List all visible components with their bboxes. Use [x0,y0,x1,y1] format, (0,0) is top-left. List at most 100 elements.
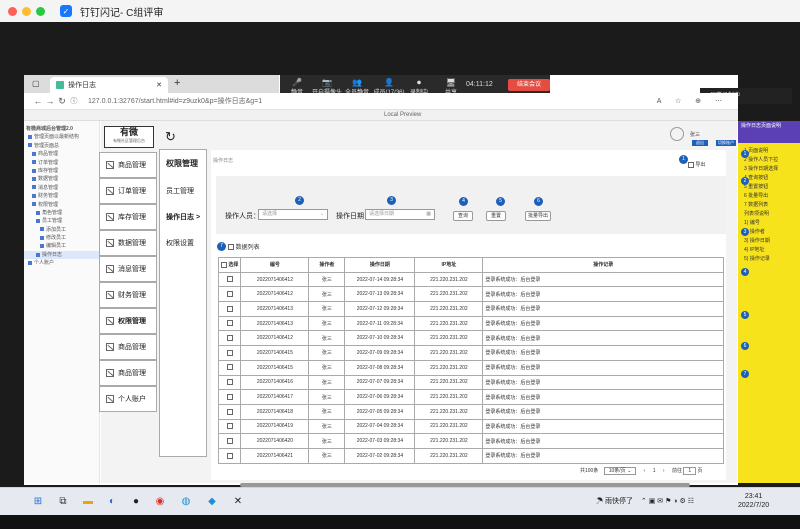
forward-icon[interactable]: → [44,96,56,106]
row-checkbox[interactable] [226,320,233,327]
maximize-window-button[interactable] [36,6,45,16]
menu-item[interactable]: 订单管理 [99,178,157,204]
table-row[interactable]: 2022071406419 张三 2022-07-04 09:28:34 221.22… [217,418,724,435]
tree-item[interactable]: 商品管理 [24,150,99,158]
system-clock[interactable]: 23:41 2022/7/20 [738,492,769,510]
table-row[interactable]: 2022071406417 张三 2022-07-06 09:28:34 221.22… [217,389,724,405]
row-checkbox[interactable] [226,408,233,415]
tree-item[interactable]: 财务管理 [24,192,99,200]
date-picker[interactable]: 请选择日期 ▦ [365,209,435,220]
current-page[interactable]: 1 [653,468,656,474]
axure-icon[interactable]: ✕ [230,494,246,510]
table-row[interactable]: 2022071406418 张三 2022-07-05 09:28:34 221.22… [217,403,724,420]
row-checkbox-cell[interactable] [217,389,242,405]
task-view-icon[interactable]: ⧉ [55,494,71,510]
table-row[interactable]: 2022071406415 张三 2022-07-09 09:28:34 221.22… [217,345,724,361]
row-checkbox-cell[interactable] [217,345,242,361]
table-row[interactable]: 2022071406413 张三 2022-07-12 09:28:34 221.22… [217,301,724,317]
row-checkbox-cell[interactable] [217,418,242,435]
end-meeting-button[interactable]: 结束会议 [508,79,550,91]
tree-item[interactable]: 管理页面以最新结构 [24,133,99,141]
minimize-window-button[interactable] [22,6,31,16]
file-explorer-icon[interactable]: ▬ [80,494,96,510]
row-checkbox-cell[interactable] [217,301,242,317]
tree-item[interactable]: 权限管理 [24,201,99,209]
row-checkbox[interactable] [226,452,233,459]
url-field[interactable]: 127.0.0.1:32767/start.html#id=z9uzk0&p=操… [88,96,262,106]
edge-browser-icon[interactable]: ◍ [178,494,194,510]
tree-item[interactable]: 个人账户 [24,259,99,267]
row-checkbox-cell[interactable] [217,374,242,391]
row-checkbox-cell[interactable] [217,271,242,288]
row-checkbox[interactable] [226,423,233,430]
app-icon[interactable]: ◐ [104,494,120,510]
row-checkbox[interactable] [226,335,233,342]
batch-export-button[interactable]: 批量导出 [525,211,551,221]
tree-item[interactable]: 订单管理 [24,159,99,167]
tree-root[interactable]: 有微商城后台管理2.0 [24,125,99,133]
row-checkbox-cell[interactable] [217,315,242,332]
menu-item[interactable]: 财务管理 [99,282,157,308]
app-icon[interactable]: ● [128,494,144,510]
reset-button[interactable]: 重置 [486,211,506,221]
submenu-item[interactable]: 员工管理 [166,186,194,196]
tree-item-selected[interactable]: 操作日志 [24,250,99,260]
switch-account-button[interactable]: 切换账户 [716,140,736,146]
submenu-item-active[interactable]: 操作日志 > [166,212,200,222]
row-checkbox-cell[interactable] [217,447,242,464]
browser-actions[interactable]: A ☆ ⊕ ⋯ [657,97,728,105]
menu-item[interactable]: 库存管理 [99,204,157,230]
row-checkbox-cell[interactable] [217,286,242,303]
row-checkbox-cell[interactable] [217,359,242,376]
row-checkbox[interactable] [226,393,233,400]
tray-icons[interactable]: ⌃ ▣ ✉ ⚑ ◑ ⚙ ☷ [641,498,694,505]
table-row[interactable]: 2022071406412 张三 2022-07-14 09:28:34 221.22… [217,271,724,288]
netease-music-icon[interactable]: ◉ [152,494,168,510]
close-window-button[interactable] [8,6,17,16]
prev-page-icon[interactable]: ‹ [644,468,646,474]
tab-operation-log[interactable]: 操作日志 ✕ [50,77,168,93]
menu-item[interactable]: 数据管理 [99,230,157,256]
tree-item[interactable]: 角色管理 [24,209,99,217]
avatar[interactable] [670,127,684,141]
back-icon[interactable]: ← [32,96,44,106]
goto-page-input[interactable]: 1 [683,467,697,475]
tree-item[interactable]: 编辑员工 [24,242,99,250]
tree-item[interactable]: 修改员工 [24,234,99,242]
table-row[interactable]: 2022071406420 张三 2022-07-03 09:28:34 221.22… [217,433,724,449]
export-link[interactable]: 导出 [688,161,705,168]
row-checkbox[interactable] [226,349,233,356]
weather-text[interactable]: 雨快停了 [605,498,633,505]
table-row[interactable]: 2022071406415 张三 2022-07-08 09:28:34 221.22… [217,359,724,376]
table-row[interactable]: 2022071406421 张三 2022-07-02 09:28:34 221.22… [217,447,724,464]
menu-item-active[interactable]: 权限管理 [99,308,157,334]
tree-item[interactable]: 添加员工 [24,226,99,234]
row-checkbox-cell[interactable] [217,403,242,420]
row-checkbox-cell[interactable] [217,330,242,347]
tree-item[interactable]: 员工管理 [24,217,99,225]
row-checkbox[interactable] [226,291,233,298]
reload-icon[interactable]: ↻ [56,96,68,107]
row-checkbox[interactable] [226,437,233,444]
next-page-icon[interactable]: › [663,468,665,474]
menu-item[interactable]: 商品管理 [99,334,157,360]
select-all-checkbox[interactable] [221,262,227,269]
windows-start-icon[interactable]: ⊞ [30,494,46,510]
info-icon[interactable]: ⓘ [68,96,80,106]
tree-item[interactable]: 库存管理 [24,167,99,175]
close-tab-icon[interactable]: ✕ [156,81,162,89]
table-row[interactable]: 2022071406412 张三 2022-07-13 09:28:34 221.22… [217,286,724,303]
menu-item[interactable]: 个人账户 [99,386,157,412]
operator-select[interactable]: 请选择 ⌄ [258,209,328,220]
row-checkbox[interactable] [226,276,233,283]
table-row[interactable]: 2022071406412 张三 2022-07-10 09:28:34 221.22… [217,330,724,347]
tree-item[interactable]: 消息管理 [24,184,99,192]
menu-item[interactable]: 商品管理 [99,152,157,178]
row-checkbox-cell[interactable] [217,433,242,449]
app-icon[interactable]: ◆ [204,494,220,510]
refresh-icon[interactable]: ↻ [165,129,176,145]
page-size-select[interactable]: 10条/页 ⌄ [603,467,637,475]
table-row[interactable]: 2022071406416 张三 2022-07-07 09:28:34 221.22… [217,374,724,391]
query-button[interactable]: 查询 [453,211,473,221]
submenu-item[interactable]: 权限设置 [166,238,194,248]
